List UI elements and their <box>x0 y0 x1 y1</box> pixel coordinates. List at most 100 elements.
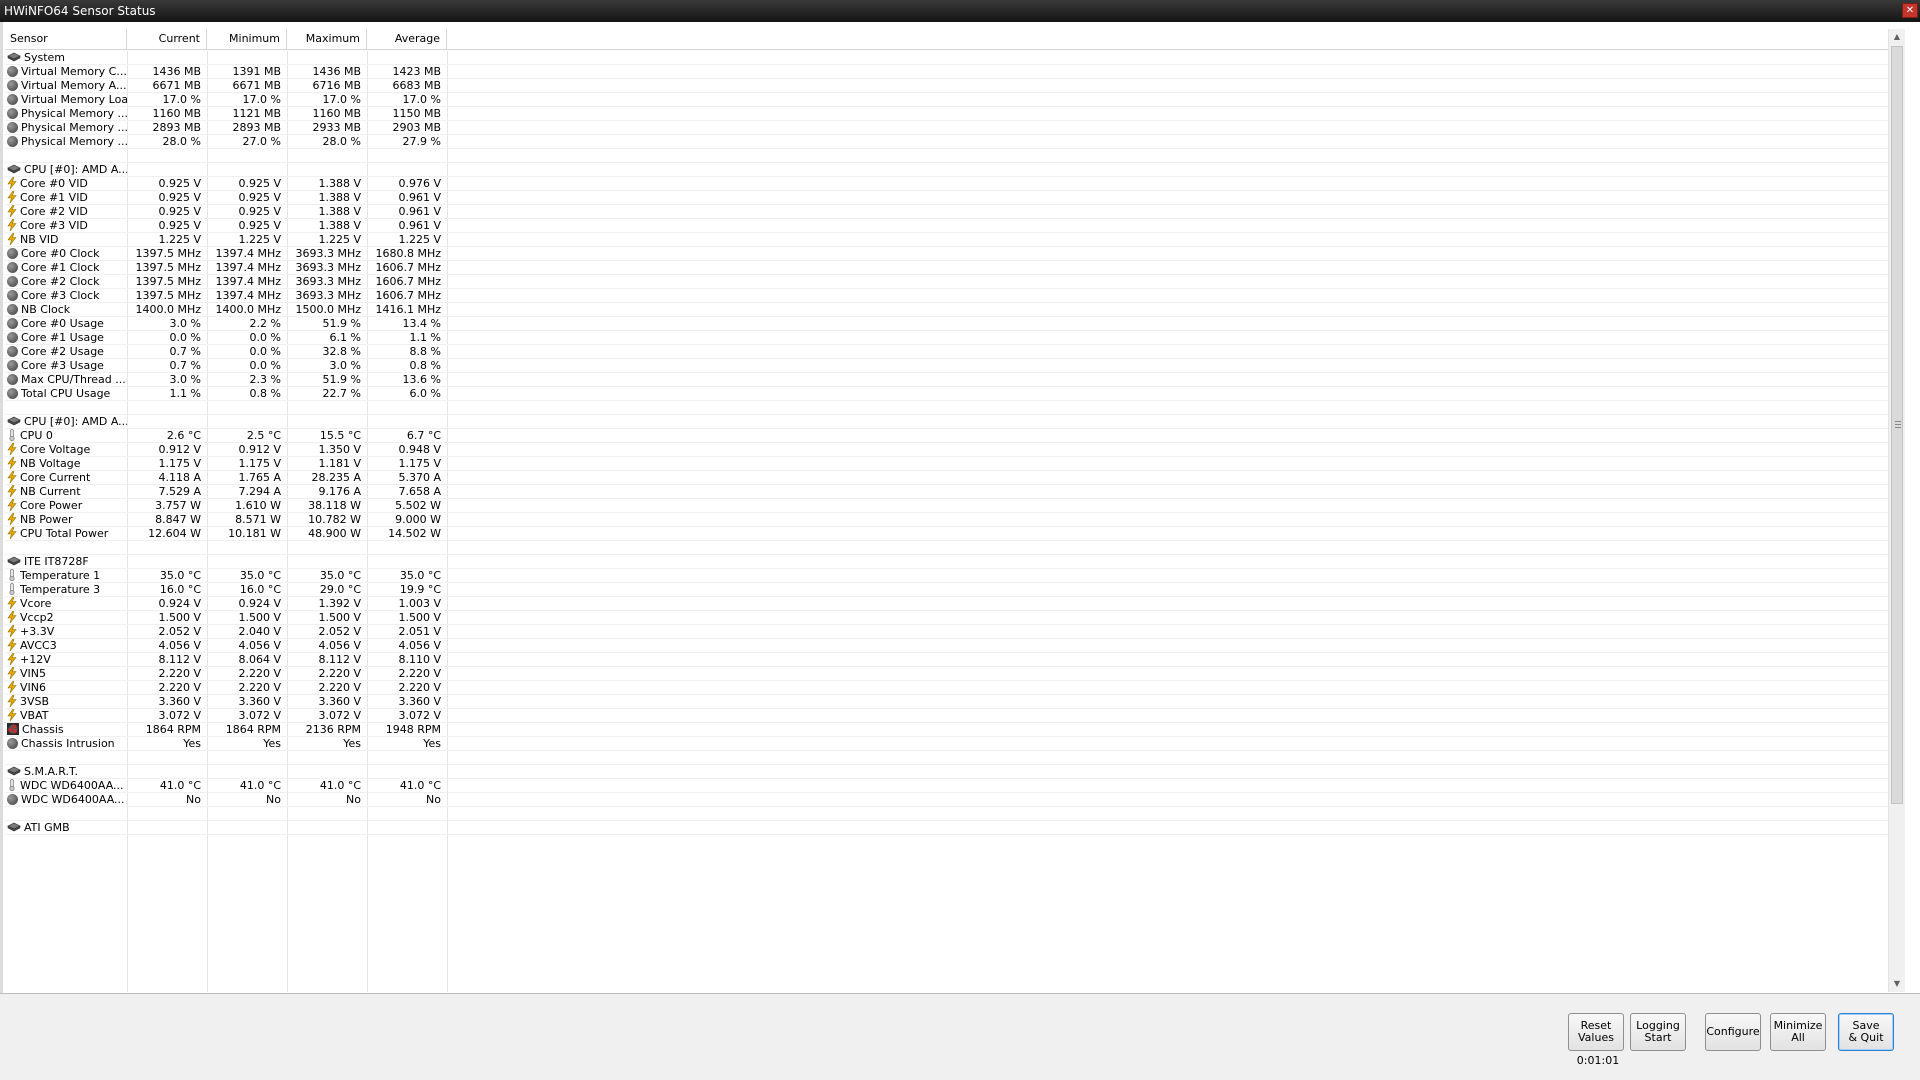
maximum-value: 2.220 V <box>318 681 361 694</box>
sensor-label: ITE IT8728F <box>24 555 89 568</box>
sensor-label: NB VID <box>20 233 59 246</box>
spacer-row <box>5 149 1890 163</box>
table-row[interactable]: WDC WD6400AA... No No No No <box>5 793 1890 807</box>
sensor-group-row[interactable]: ITE IT8728F <box>5 555 1890 569</box>
current-value: 1397.5 MHz <box>135 275 201 288</box>
sensor-label: Core Power <box>20 499 83 512</box>
current-value: 2893 MB <box>152 121 201 134</box>
sensor-label: Core #1 Clock <box>21 261 100 274</box>
table-row[interactable]: AVCC3 4.056 V 4.056 V 4.056 V 4.056 V <box>5 639 1890 653</box>
save-quit-button[interactable]: Save & Quit <box>1838 1013 1894 1051</box>
header-minimum[interactable]: Minimum <box>207 29 287 49</box>
table-row[interactable]: 3VSB 3.360 V 3.360 V 3.360 V 3.360 V <box>5 695 1890 709</box>
vertical-scrollbar[interactable]: ▲ ▼ <box>1888 29 1905 992</box>
table-row[interactable]: +3.3V 2.052 V 2.040 V 2.052 V 2.051 V <box>5 625 1890 639</box>
minimum-value: 2893 MB <box>232 121 281 134</box>
header-average[interactable]: Average <box>367 29 447 49</box>
thermometer-icon <box>7 779 17 792</box>
sensor-group-row[interactable]: ATI GMB <box>5 821 1890 835</box>
table-row[interactable]: +12V 8.112 V 8.064 V 8.112 V 8.110 V <box>5 653 1890 667</box>
table-row[interactable]: Virtual Memory C... 1436 MB 1391 MB 1436 MB… <box>5 65 1890 79</box>
table-row[interactable]: VBAT 3.072 V 3.072 V 3.072 V 3.072 V <box>5 709 1890 723</box>
table-row[interactable]: Chassis Intrusion Yes Yes Yes Yes <box>5 737 1890 751</box>
table-row[interactable]: Chassis 1864 RPM 1864 RPM 2136 RPM 1948 RPM <box>5 723 1890 737</box>
table-row[interactable]: Vcore 0.924 V 0.924 V 1.392 V 1.003 V <box>5 597 1890 611</box>
sensor-group-row[interactable]: CPU [#0]: AMD A... <box>5 163 1890 177</box>
configure-button[interactable]: Configure <box>1705 1013 1761 1051</box>
table-row[interactable]: WDC WD6400AA... 41.0 °C 41.0 °C 41.0 °C 41.0… <box>5 779 1890 793</box>
average-value: 3.360 V <box>398 695 441 708</box>
average-value: 2903 MB <box>392 121 441 134</box>
table-row[interactable]: Physical Memory ... 28.0 % 27.0 % 28.0 % 27.… <box>5 135 1890 149</box>
table-row[interactable]: Core Power 3.757 W 1.610 W 38.118 W 5.502 W <box>5 499 1890 513</box>
sensor-name: Core #3 Usage <box>5 359 127 373</box>
table-row[interactable]: NB Power 8.847 W 8.571 W 10.782 W 9.000 W <box>5 513 1890 527</box>
table-row[interactable]: Total CPU Usage 1.1 % 0.8 % 22.7 % 6.0 % <box>5 387 1890 401</box>
table-row[interactable]: Core #3 Clock 1397.5 MHz 1397.4 MHz 3693.3 … <box>5 289 1890 303</box>
circle-icon <box>7 331 18 343</box>
sensor-group-row[interactable]: System <box>5 51 1890 65</box>
table-row[interactable]: Core #1 Usage 0.0 % 0.0 % 6.1 % 1.1 % <box>5 331 1890 345</box>
bottom-toolbar: Reset Values Logging Start Configure Minim… <box>0 993 1920 1080</box>
table-row[interactable]: Core #1 VID 0.925 V 0.925 V 1.388 V 0.961 V <box>5 191 1890 205</box>
sensor-name: Core #3 Clock <box>5 289 127 303</box>
table-row[interactable]: Core #0 Usage 3.0 % 2.2 % 51.9 % 13.4 % <box>5 317 1890 331</box>
table-row[interactable]: Core #2 Clock 1397.5 MHz 1397.4 MHz 3693.3 … <box>5 275 1890 289</box>
table-row[interactable]: Temperature 3 16.0 °C 16.0 °C 29.0 °C 19.9 °… <box>5 583 1890 597</box>
table-row[interactable]: NB VID 1.225 V 1.225 V 1.225 V 1.225 V <box>5 233 1890 247</box>
minimize-all-button[interactable]: Minimize All <box>1770 1013 1826 1051</box>
table-row[interactable]: VIN5 2.220 V 2.220 V 2.220 V 2.220 V <box>5 667 1890 681</box>
table-row[interactable]: Vccp2 1.500 V 1.500 V 1.500 V 1.500 V <box>5 611 1890 625</box>
table-row[interactable]: NB Current 7.529 A 7.294 A 9.176 A 7.658 A <box>5 485 1890 499</box>
logging-start-button[interactable]: Logging Start <box>1630 1013 1686 1051</box>
scrollbar-thumb[interactable] <box>1891 46 1903 804</box>
scroll-up-arrow-icon[interactable]: ▲ <box>1889 29 1905 45</box>
scroll-down-arrow-icon[interactable]: ▼ <box>1889 976 1905 992</box>
current-value: 16.0 °C <box>159 583 201 596</box>
chip-icon <box>7 821 21 833</box>
table-row[interactable]: Core Voltage 0.912 V 0.912 V 1.350 V 0.948 V <box>5 443 1890 457</box>
average-value: 8.110 V <box>398 653 441 666</box>
table-row[interactable]: Core #2 VID 0.925 V 0.925 V 1.388 V 0.961 V <box>5 205 1890 219</box>
average-value: 1.1 % <box>409 331 441 344</box>
table-row[interactable]: Core #3 VID 0.925 V 0.925 V 1.388 V 0.961 V <box>5 219 1890 233</box>
minimum-value: 2.2 % <box>249 317 281 330</box>
reset-values-button[interactable]: Reset Values <box>1568 1013 1624 1051</box>
table-row[interactable]: Core Current 4.118 A 1.765 A 28.235 A 5.370 … <box>5 471 1890 485</box>
table-row[interactable]: Virtual Memory A... 6671 MB 6671 MB 6716 MB… <box>5 79 1890 93</box>
sensor-label: Physical Memory ... <box>21 135 127 148</box>
minimum-value: 16.0 °C <box>239 583 281 596</box>
table-row[interactable]: Core #0 Clock 1397.5 MHz 1397.4 MHz 3693.3 … <box>5 247 1890 261</box>
sensor-label: +12V <box>20 653 51 666</box>
table-row[interactable]: CPU 0 2.6 °C 2.5 °C 15.5 °C 6.7 °C <box>5 429 1890 443</box>
table-row[interactable]: Core #0 VID 0.925 V 0.925 V 1.388 V 0.976 V <box>5 177 1890 191</box>
table-row[interactable]: NB Clock 1400.0 MHz 1400.0 MHz 1500.0 MHz 14… <box>5 303 1890 317</box>
close-icon[interactable]: ✕ <box>1902 3 1918 18</box>
table-row[interactable]: Core #3 Usage 0.7 % 0.0 % 3.0 % 0.8 % <box>5 359 1890 373</box>
current-value: 3.757 W <box>155 499 201 512</box>
minimum-value: 4.056 V <box>238 639 281 652</box>
bolt-icon <box>7 653 17 666</box>
header-sensor[interactable]: Sensor <box>5 29 127 49</box>
sensor-group-row[interactable]: S.M.A.R.T. <box>5 765 1890 779</box>
table-row[interactable]: Physical Memory ... 2893 MB 2893 MB 2933 MB… <box>5 121 1890 135</box>
minimum-value: 8.571 W <box>235 513 281 526</box>
table-row[interactable]: Temperature 1 35.0 °C 35.0 °C 35.0 °C 35.0 °… <box>5 569 1890 583</box>
table-row[interactable]: NB Voltage 1.175 V 1.175 V 1.181 V 1.175 V <box>5 457 1890 471</box>
table-row[interactable]: Physical Memory ... 1160 MB 1121 MB 1160 MB… <box>5 107 1890 121</box>
circle-icon <box>7 373 18 385</box>
table-row[interactable]: Virtual Memory Load 17.0 % 17.0 % 17.0 % 17.… <box>5 93 1890 107</box>
table-row[interactable]: CPU Total Power 12.604 W 10.181 W 48.900 W 1… <box>5 527 1890 541</box>
title-bar: HWiNFO64 Sensor Status ✕ <box>0 0 1920 22</box>
circle-icon <box>7 303 18 315</box>
table-row[interactable]: VIN6 2.220 V 2.220 V 2.220 V 2.220 V <box>5 681 1890 695</box>
current-value: 12.604 W <box>148 527 201 540</box>
table-row[interactable]: Max CPU/Thread ... 3.0 % 2.3 % 51.9 % 13.6 % <box>5 373 1890 387</box>
table-row[interactable]: Core #2 Usage 0.7 % 0.0 % 32.8 % 8.8 % <box>5 345 1890 359</box>
header-maximum[interactable]: Maximum <box>287 29 367 49</box>
table-row[interactable]: Core #1 Clock 1397.5 MHz 1397.4 MHz 3693.3 … <box>5 261 1890 275</box>
header-current[interactable]: Current <box>127 29 207 49</box>
sensor-name: Core #0 Usage <box>5 317 127 331</box>
average-value: 6.7 °C <box>406 429 441 442</box>
sensor-group-row[interactable]: CPU [#0]: AMD A... <box>5 415 1890 429</box>
